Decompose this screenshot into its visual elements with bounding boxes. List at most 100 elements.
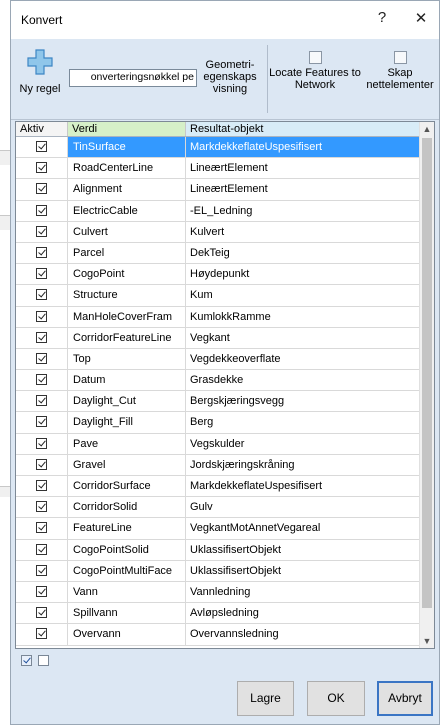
locate-features-toggle[interactable]: Locate Features to Network — [269, 51, 361, 91]
aktiv-checkbox[interactable] — [36, 437, 47, 449]
verdi-cell[interactable]: Culvert — [68, 221, 186, 242]
verdi-cell[interactable]: CogoPoint — [68, 264, 186, 285]
resultat-cell[interactable]: Avløpsledning — [186, 603, 422, 623]
table-row[interactable]: ElectricCable -EL_Ledning — [16, 200, 422, 222]
table-row[interactable]: CogoPoint Høydepunkt — [16, 264, 422, 286]
aktiv-checkbox[interactable] — [36, 374, 47, 386]
verdi-cell[interactable]: FeatureLine — [68, 518, 186, 539]
verdi-cell[interactable]: Spillvann — [68, 603, 186, 624]
geometry-view-button[interactable]: Geometri-egenskaps visning — [199, 59, 261, 95]
resultat-cell[interactable]: UklassifisertObjekt — [186, 540, 422, 560]
resultat-cell[interactable]: Høydepunkt — [186, 264, 422, 284]
verdi-cell[interactable]: ManHoleCoverFram — [68, 306, 186, 327]
vertical-scrollbar[interactable]: ▲ ▼ — [419, 122, 434, 648]
table-row[interactable]: Overvann Overvannsledning — [16, 624, 422, 646]
verdi-cell[interactable]: Parcel — [68, 242, 186, 264]
verdi-cell[interactable]: TinSurface — [68, 137, 186, 158]
aktiv-checkbox[interactable] — [36, 416, 47, 428]
table-row[interactable]: CogoPointSolid UklassifisertObjekt — [16, 539, 422, 561]
resultat-cell[interactable]: Overvannsledning — [186, 624, 422, 644]
resultat-cell[interactable]: LineærtElement — [186, 179, 422, 199]
verdi-cell[interactable]: Top — [68, 348, 186, 370]
conversion-key-field[interactable]: onverteringsnøkkel pe — [69, 69, 197, 87]
new-rule-button[interactable]: Ny regel — [17, 49, 63, 113]
verdi-cell[interactable]: Gravel — [68, 454, 186, 475]
aktiv-checkbox[interactable] — [36, 310, 47, 322]
aktiv-checkbox[interactable] — [36, 183, 47, 195]
resultat-cell[interactable]: Grasdekke — [186, 370, 422, 390]
resultat-cell[interactable]: Vegskulder — [186, 434, 422, 454]
table-row[interactable]: Alignment LineærtElement — [16, 179, 422, 201]
resultat-cell[interactable]: Vegkant — [186, 328, 422, 348]
resultat-cell[interactable]: MarkdekkeflateUspesifisert — [186, 137, 422, 158]
create-elements-toggle[interactable]: Skap nettelementer — [361, 51, 439, 91]
table-row[interactable]: Vann Vannledning — [16, 581, 422, 604]
resultat-cell[interactable]: LineærtElement — [186, 158, 422, 178]
verdi-cell[interactable]: Alignment — [68, 179, 186, 200]
close-button[interactable]: ✕ — [409, 9, 433, 27]
resultat-cell[interactable]: Berg — [186, 412, 422, 432]
aktiv-checkbox[interactable] — [36, 162, 47, 174]
resultat-cell[interactable]: Vegdekkeoverflate — [186, 349, 422, 369]
aktiv-checkbox[interactable] — [36, 564, 47, 576]
table-row[interactable]: Spillvann Avløpsledning — [16, 603, 422, 625]
verdi-cell[interactable]: RoadCenterLine — [68, 158, 186, 179]
resultat-cell[interactable]: -EL_Ledning — [186, 201, 422, 221]
verdi-cell[interactable]: Structure — [68, 285, 186, 306]
table-row[interactable]: Pave Vegskulder — [16, 433, 422, 455]
table-row[interactable]: FeatureLine VegkantMotAnnetVegareal — [16, 518, 422, 540]
aktiv-checkbox[interactable] — [36, 607, 47, 619]
resultat-cell[interactable]: Vannledning — [186, 582, 422, 602]
aktiv-checkbox[interactable] — [36, 522, 47, 534]
aktiv-checkbox[interactable] — [36, 480, 47, 491]
select-none-checkbox[interactable] — [38, 655, 49, 666]
aktiv-checkbox[interactable] — [36, 268, 47, 280]
scroll-thumb[interactable] — [422, 138, 432, 608]
verdi-cell[interactable]: Pave — [68, 433, 186, 454]
ok-button[interactable]: OK — [307, 681, 365, 716]
scroll-down-icon[interactable]: ▼ — [420, 634, 434, 648]
verdi-cell[interactable]: CorridorSurface — [68, 476, 186, 497]
verdi-cell[interactable]: Datum — [68, 370, 186, 391]
resultat-cell[interactable]: KumlokkRamme — [186, 307, 422, 327]
table-row[interactable]: Gravel Jordskjæringskråning — [16, 454, 422, 476]
save-button[interactable]: Lagre — [237, 681, 294, 716]
resultat-cell[interactable]: Jordskjæringskråning — [186, 455, 422, 475]
verdi-cell[interactable]: CorridorSolid — [68, 497, 186, 518]
aktiv-checkbox[interactable] — [36, 246, 47, 258]
aktiv-checkbox[interactable] — [36, 585, 47, 597]
cancel-button[interactable]: Avbryt — [377, 681, 433, 716]
table-row[interactable]: CorridorFeatureLine Vegkant — [16, 327, 422, 349]
aktiv-checkbox[interactable] — [36, 395, 47, 407]
verdi-cell[interactable]: CogoPointSolid — [68, 539, 186, 560]
table-row[interactable]: Culvert Kulvert — [16, 221, 422, 243]
verdi-cell[interactable]: Vann — [68, 581, 186, 603]
table-row[interactable]: TinSurface MarkdekkeflateUspesifisert — [16, 137, 422, 159]
aktiv-checkbox[interactable] — [36, 352, 47, 364]
resultat-cell[interactable]: UklassifisertObjekt — [186, 561, 422, 581]
resultat-cell[interactable]: Kulvert — [186, 222, 422, 242]
verdi-cell[interactable]: CogoPointMultiFace — [68, 560, 186, 581]
verdi-cell[interactable]: ElectricCable — [68, 200, 186, 221]
aktiv-checkbox[interactable] — [36, 331, 47, 343]
aktiv-checkbox[interactable] — [36, 289, 47, 301]
table-row[interactable]: Parcel DekTeig — [16, 242, 422, 265]
verdi-cell[interactable]: CorridorFeatureLine — [68, 327, 186, 348]
aktiv-checkbox[interactable] — [36, 141, 47, 152]
table-row[interactable]: Daylight_Cut Bergskjæringsvegg — [16, 391, 422, 413]
table-row[interactable]: CorridorSolid Gulv — [16, 497, 422, 519]
column-header-resultat[interactable]: Resultat-objekt — [186, 122, 422, 136]
table-row[interactable]: Top Vegdekkeoverflate — [16, 348, 422, 371]
table-row[interactable]: Datum Grasdekke — [16, 370, 422, 392]
resultat-cell[interactable]: Gulv — [186, 497, 422, 517]
aktiv-checkbox[interactable] — [36, 501, 47, 513]
aktiv-checkbox[interactable] — [36, 204, 47, 216]
resultat-cell[interactable]: DekTeig — [186, 243, 422, 263]
aktiv-checkbox[interactable] — [36, 225, 47, 237]
verdi-cell[interactable]: Daylight_Fill — [68, 412, 186, 433]
table-row[interactable]: RoadCenterLine LineærtElement — [16, 158, 422, 180]
verdi-cell[interactable]: Overvann — [68, 624, 186, 645]
resultat-cell[interactable]: Bergskjæringsvegg — [186, 391, 422, 411]
aktiv-checkbox[interactable] — [36, 458, 47, 470]
table-row[interactable]: CogoPointMultiFace UklassifisertObjekt — [16, 560, 422, 582]
